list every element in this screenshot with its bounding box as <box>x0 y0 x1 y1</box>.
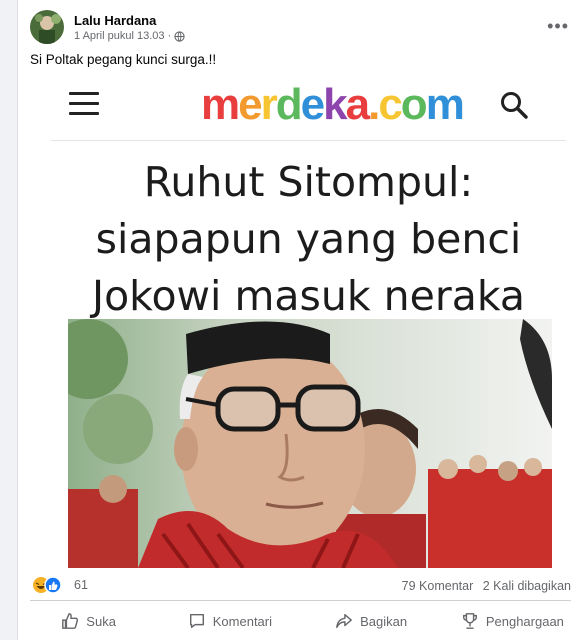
share-label: Bagikan <box>360 613 408 629</box>
headline-line: Ruhut Sitompul: <box>143 158 474 206</box>
comment-button[interactable]: Komentari <box>159 604 300 638</box>
post-caption: Si Poltak pegang kunci surga.!! <box>30 52 217 67</box>
haha-reaction-icon <box>33 576 62 594</box>
engagement-stats: 79 Komentar 2 Kali dibagikan <box>396 579 571 593</box>
post-header: Lalu Hardana 1 April pukul 13.03 · ••• <box>30 10 575 48</box>
author-name[interactable]: Lalu Hardana <box>74 13 156 28</box>
award-label: Penghargaan <box>485 613 564 629</box>
globe-icon <box>174 30 185 42</box>
post-card: Lalu Hardana 1 April pukul 13.03 · ••• S… <box>17 0 582 640</box>
headline-line: Jokowi masuk neraka <box>91 272 526 320</box>
share-icon <box>336 613 353 629</box>
comment-label: Komentari <box>212 613 272 629</box>
article-headline: Ruhut Sitompul: siapapun yang benci Joko… <box>51 154 566 325</box>
like-label: Suka <box>86 613 116 629</box>
trophy-icon <box>462 613 477 629</box>
like-button[interactable]: Suka <box>18 604 159 638</box>
divider <box>30 600 571 601</box>
thumbs-up-icon <box>62 613 79 629</box>
site-header: merdeka.com <box>51 74 566 138</box>
share-button[interactable]: Bagikan <box>301 604 442 638</box>
share-count[interactable]: 2 Kali dibagikan <box>483 579 571 593</box>
site-divider <box>51 140 566 141</box>
search-icon <box>501 92 528 119</box>
action-bar: Suka Komentari Bagikan Penghargaan <box>18 604 582 638</box>
headline-line: siapapun yang benci <box>95 215 522 263</box>
comment-count[interactable]: 79 Komentar <box>402 579 474 593</box>
site-logo: merdeka.com <box>201 80 465 129</box>
hamburger-menu-icon <box>69 92 99 116</box>
reaction-summary[interactable]: 61 <box>32 576 88 594</box>
avatar[interactable] <box>30 10 64 44</box>
award-button[interactable]: Penghargaan <box>442 604 582 638</box>
more-options-icon[interactable]: ••• <box>547 16 569 37</box>
article-photo <box>68 319 552 568</box>
comment-icon <box>189 613 204 629</box>
post-meta: 1 April pukul 13.03 · <box>74 30 185 42</box>
post-image[interactable]: merdeka.com Ruhut Sitompul: siapapun yan… <box>51 74 566 568</box>
reaction-count: 61 <box>74 578 88 592</box>
timestamp[interactable]: 1 April pukul 13.03 · <box>74 30 171 42</box>
